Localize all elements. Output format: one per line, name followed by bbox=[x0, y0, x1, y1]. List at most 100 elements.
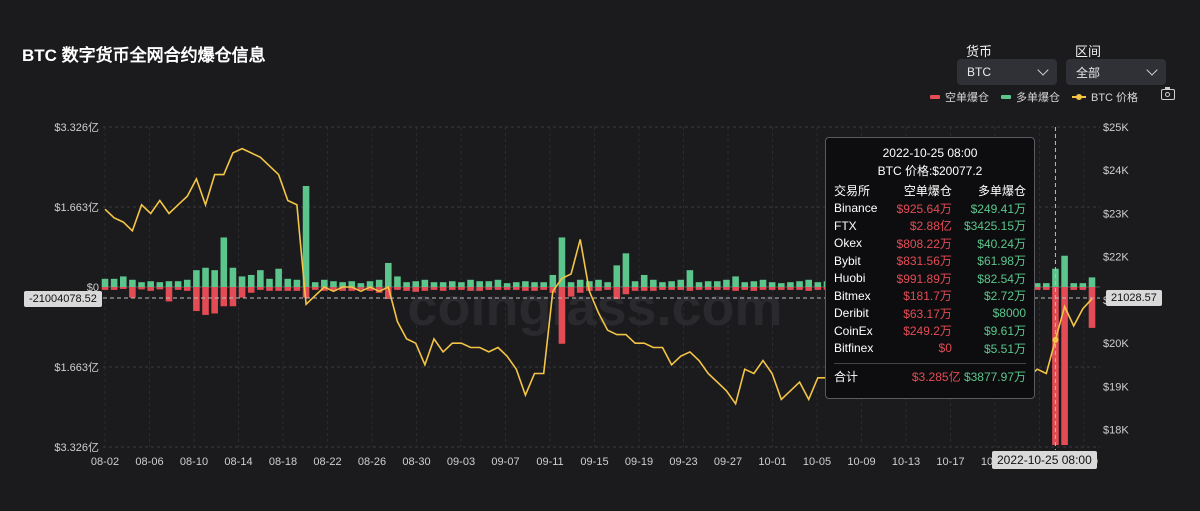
tooltip-row: Bitmex $181.7万 $2.72万 bbox=[834, 287, 1026, 305]
long-liquidation-bar bbox=[275, 268, 282, 287]
short-liquidation-bar bbox=[101, 287, 109, 290]
tooltip-row: Deribit $63.17万 $8000 bbox=[834, 305, 1026, 323]
short-liquidation-bar bbox=[193, 287, 200, 312]
tooltip-price: BTC 价格:$20077.2 bbox=[877, 164, 983, 178]
crosshair-date-tag: 2022-10-25 08:00 bbox=[992, 451, 1097, 469]
short-liquidation-bar bbox=[110, 287, 118, 290]
short-liquidation-bar bbox=[439, 287, 447, 291]
tooltip-divider bbox=[834, 363, 1026, 364]
long-liquidation-bar bbox=[147, 281, 154, 287]
short-liquidation-bar bbox=[156, 287, 164, 290]
short-liquidation-bar bbox=[668, 287, 675, 290]
tooltip-short: $925.64万 bbox=[896, 201, 952, 216]
short-liquidation-bar bbox=[1088, 287, 1096, 328]
x-axis-tick-label: 08-14 bbox=[224, 456, 252, 468]
x-axis-tick-label: 08-22 bbox=[313, 456, 341, 468]
tooltip-row: Bitfinex $0 $5.51万 bbox=[834, 340, 1026, 358]
long-liquidation-bar bbox=[375, 279, 383, 287]
short-liquidation-bar bbox=[448, 287, 456, 290]
long-liquidation-bar bbox=[732, 276, 739, 287]
tooltip-long: $9.61万 bbox=[983, 324, 1026, 339]
long-liquidation-bar bbox=[321, 279, 328, 287]
x-axis-tick-label: 10-13 bbox=[892, 456, 920, 468]
long-liquidation-bar bbox=[659, 282, 666, 287]
long-liquidation-bar bbox=[257, 270, 264, 287]
short-liquidation-bar bbox=[503, 287, 511, 290]
tooltip-total-long: $3877.97万 bbox=[963, 370, 1026, 384]
short-liquidation-bar bbox=[238, 287, 246, 298]
short-liquidation-bar bbox=[686, 287, 694, 291]
short-liquidation-bar bbox=[695, 287, 703, 290]
long-liquidation-bar bbox=[750, 281, 758, 287]
right-axis-tick-label: $24K bbox=[1103, 165, 1129, 177]
long-liquidation-bar bbox=[476, 281, 483, 287]
short-liquidation-bar bbox=[119, 287, 127, 289]
long-liquidation-bar bbox=[403, 282, 410, 287]
long-liquidation-bar bbox=[540, 282, 547, 287]
long-liquidation-bar bbox=[439, 282, 447, 287]
x-axis-tick-label: 09-15 bbox=[580, 456, 608, 468]
tooltip-long: $61.98万 bbox=[977, 254, 1026, 269]
tooltip-long: $40.24万 bbox=[977, 236, 1026, 251]
long-liquidation-bar bbox=[805, 279, 812, 287]
short-liquidation-bar bbox=[458, 287, 465, 290]
short-liquidation-bar bbox=[604, 287, 611, 290]
short-liquidation-bar bbox=[275, 287, 282, 291]
short-liquidation-bar bbox=[759, 287, 767, 290]
short-liquidation-bar bbox=[485, 287, 493, 290]
short-liquidation-bar bbox=[576, 287, 584, 293]
long-liquidation-bar bbox=[796, 281, 803, 287]
short-liquidation-bar bbox=[732, 287, 739, 291]
tooltip-short: $0 bbox=[938, 341, 952, 356]
short-liquidation-bar bbox=[394, 287, 401, 290]
long-liquidation-bar bbox=[119, 276, 127, 287]
price-point-highlight bbox=[1052, 336, 1059, 343]
long-liquidation-bar bbox=[193, 270, 200, 287]
long-liquidation-bar bbox=[787, 282, 794, 287]
short-liquidation-bar bbox=[129, 287, 136, 298]
x-axis-tick-label: 08-26 bbox=[358, 456, 386, 468]
short-liquidation-bar bbox=[1079, 287, 1087, 290]
long-liquidation-bar bbox=[394, 276, 401, 287]
right-axis-tick-label: $23K bbox=[1103, 208, 1129, 220]
long-liquidation-bar bbox=[1043, 283, 1050, 287]
x-axis-tick-label: 08-18 bbox=[269, 456, 297, 468]
long-liquidation-bar bbox=[814, 282, 822, 287]
tooltip-col-short: 空单爆仓 bbox=[903, 184, 952, 199]
long-liquidation-bar bbox=[1061, 255, 1068, 287]
short-liquidation-bar bbox=[266, 287, 273, 291]
short-liquidation-bar bbox=[723, 287, 730, 290]
short-liquidation-bar bbox=[202, 287, 209, 315]
long-liquidation-bar bbox=[512, 282, 520, 287]
short-liquidation-bar bbox=[467, 287, 474, 291]
tooltip-exchange: FTX bbox=[834, 218, 857, 233]
long-liquidation-bar bbox=[385, 262, 392, 287]
long-liquidation-bar bbox=[768, 282, 776, 287]
x-axis-tick-label: 09-27 bbox=[714, 456, 742, 468]
short-liquidation-bar bbox=[567, 287, 575, 297]
long-liquidation-bar bbox=[211, 270, 218, 287]
tooltip-exchange: Bitfinex bbox=[834, 341, 874, 356]
tooltip-short: $808.22万 bbox=[896, 236, 952, 251]
long-liquidation-bar bbox=[202, 267, 209, 287]
long-liquidation-bar bbox=[677, 279, 685, 287]
long-liquidation-bar bbox=[174, 281, 182, 287]
short-liquidation-bar bbox=[211, 287, 218, 314]
tooltip-short: $991.89万 bbox=[896, 271, 952, 286]
x-axis-tick-label: 09-07 bbox=[491, 456, 519, 468]
x-axis-tick-label: 09-19 bbox=[625, 456, 653, 468]
x-axis-tick-label: 08-10 bbox=[180, 456, 208, 468]
short-liquidation-bar bbox=[714, 287, 721, 290]
tooltip-exchange: Bitmex bbox=[834, 288, 871, 303]
long-liquidation-bar bbox=[412, 281, 420, 287]
long-liquidation-bar bbox=[723, 279, 730, 287]
long-liquidation-bar bbox=[467, 279, 474, 287]
short-liquidation-bar bbox=[1043, 287, 1050, 290]
long-liquidation-bar bbox=[686, 270, 694, 287]
short-liquidation-bar bbox=[220, 287, 228, 307]
long-liquidation-bar bbox=[348, 281, 356, 287]
short-liquidation-bar bbox=[512, 287, 520, 290]
long-liquidation-bar bbox=[421, 279, 429, 287]
short-liquidation-bar bbox=[174, 287, 182, 290]
short-liquidation-bar bbox=[650, 287, 657, 291]
